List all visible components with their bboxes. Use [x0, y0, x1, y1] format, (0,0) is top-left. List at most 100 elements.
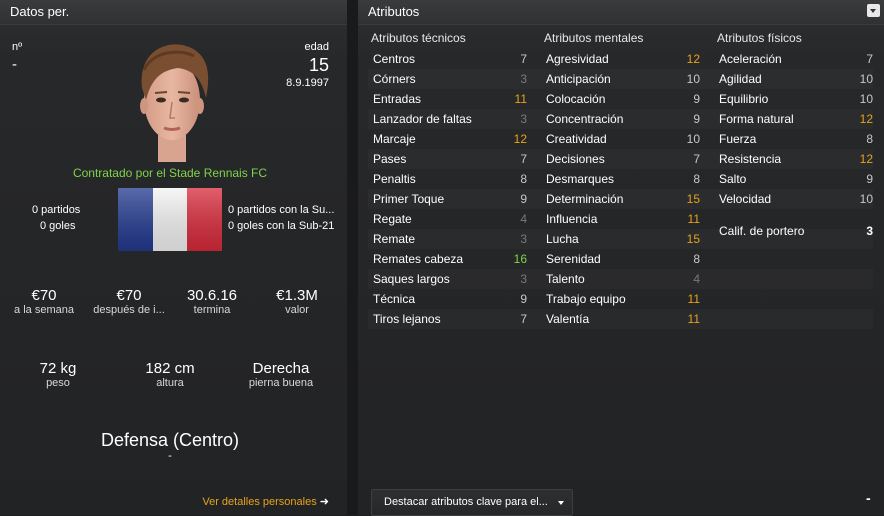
wage-value: €70: [31, 287, 57, 304]
attribute-name: Marcaje: [373, 132, 416, 146]
chevron-down-icon: [558, 501, 564, 505]
wage-after-tax-value: €70: [116, 287, 142, 304]
attribute-row[interactable]: Remate 3: [373, 229, 527, 249]
attribute-row[interactable]: Equilibrio 10: [719, 89, 873, 109]
attribute-name: Creatividad: [546, 132, 607, 146]
contract-status: Contratado por el Stade Rennais FC: [72, 166, 268, 180]
attribute-row[interactable]: Córners 3: [373, 69, 527, 89]
attribute-row[interactable]: Pases 7: [373, 149, 527, 169]
attribute-name: Forma natural: [719, 112, 794, 126]
attribute-row[interactable]: Penaltis 8: [373, 169, 527, 189]
attribute-row[interactable]: Forma natural 12: [719, 109, 873, 129]
attribute-row[interactable]: Desmarques 8: [546, 169, 700, 189]
intl-appearances: 0 partidos con la Su...: [228, 204, 335, 216]
attribute-value: 11: [687, 212, 700, 226]
attribute-value: 9: [693, 92, 700, 106]
attribute-name: Entradas: [373, 92, 422, 106]
attribute-row[interactable]: Resistencia 12: [719, 149, 873, 169]
attribute-name: Resistencia: [719, 152, 782, 166]
attribute-row[interactable]: Decisiones 7: [546, 149, 700, 169]
attribute-name: Lucha: [546, 232, 579, 246]
attribute-row[interactable]: Velocidad 10: [719, 189, 873, 209]
attribute-row[interactable]: Primer Toque 9: [373, 189, 527, 209]
club-goals: 0 goles: [40, 220, 76, 232]
attribute-row[interactable]: Aceleración 7: [719, 49, 873, 69]
attribute-row[interactable]: Serenidad 8: [546, 249, 700, 269]
attribute-row[interactable]: Trabajo equipo 11: [546, 289, 700, 309]
wage-stat: €70 a la semana: [4, 287, 84, 316]
attribute-name: Influencia: [546, 212, 598, 226]
attribute-name: Fuerza: [719, 132, 757, 146]
attribute-row[interactable]: Colocación 9: [546, 89, 700, 109]
attribute-name: Concentración: [546, 112, 624, 126]
attribute-row[interactable]: Determinación 15: [546, 189, 700, 209]
attribute-row[interactable]: Entradas 11: [373, 89, 527, 109]
attribute-row[interactable]: Tiros lejanos 7: [373, 309, 527, 329]
attribute-name: Primer Toque: [373, 192, 445, 206]
attribute-value: 10: [859, 192, 873, 206]
attribute-row[interactable]: Remates cabeza 16: [373, 249, 527, 269]
attribute-value: 8: [693, 252, 700, 266]
attribute-row[interactable]: Centros 7: [373, 49, 527, 69]
attribute-name: Técnica: [373, 292, 416, 306]
personal-details-link-label: Ver detalles personales: [202, 496, 317, 508]
club-appearances: 0 partidos: [32, 204, 81, 216]
attribute-value: 11: [514, 92, 527, 106]
attribute-value: 11: [687, 312, 700, 326]
contract-expiry-label: termina: [193, 304, 231, 316]
attribute-row[interactable]: Técnica 9: [373, 289, 527, 309]
attribute-row[interactable]: Talento 4: [546, 269, 700, 289]
attribute-name: Velocidad: [719, 192, 772, 206]
weight-value: 72 kg: [39, 360, 77, 377]
attribute-name: Agresividad: [546, 52, 609, 66]
attribute-column-title: Atributos físicos: [717, 31, 802, 45]
attribute-value: 7: [520, 312, 527, 326]
attribute-row[interactable]: Concentración 9: [546, 109, 700, 129]
attribute-row[interactable]: Influencia 11: [546, 209, 700, 229]
attribute-name: Equilibrio: [719, 92, 769, 106]
collapse-minus-button[interactable]: -: [866, 490, 871, 506]
attribute-value: 16: [513, 252, 527, 266]
age-value: 15: [308, 55, 329, 75]
contract-expiry-value: 30.6.16: [186, 287, 238, 304]
attribute-row[interactable]: Lucha 15: [546, 229, 700, 249]
attribute-row[interactable]: Salto 9: [719, 169, 873, 189]
player-value-label: valor: [285, 304, 309, 316]
france-flag-icon[interactable]: [118, 188, 222, 251]
attribute-row[interactable]: Marcaje 12: [373, 129, 527, 149]
attribute-value: 3: [520, 232, 527, 246]
height-value: 182 cm: [145, 360, 195, 377]
birth-date: 8.9.1997: [286, 77, 329, 89]
attribute-row[interactable]: Anticipación 10: [546, 69, 700, 89]
attribute-value: 4: [520, 212, 527, 226]
attribute-row[interactable]: Creatividad 10: [546, 129, 700, 149]
attribute-name: Saques largos: [373, 272, 450, 286]
height-stat: 182 cm altura: [130, 360, 210, 389]
panel-menu-chevron-down-icon[interactable]: [867, 4, 880, 17]
attribute-name: Remates cabeza: [373, 252, 464, 266]
personal-details-link[interactable]: Ver detalles personales ➜: [202, 495, 329, 508]
attribute-value: 15: [686, 232, 700, 246]
arrow-right-icon: ➜: [319, 496, 329, 508]
attribute-row[interactable]: Fuerza 8: [719, 129, 873, 149]
attribute-row[interactable]: Saques largos 3: [373, 269, 527, 289]
attribute-name: Lanzador de faltas: [373, 112, 472, 126]
player-face-image: [140, 44, 209, 162]
attribute-row[interactable]: Agresividad 12: [546, 49, 700, 69]
attribute-row[interactable]: Agilidad 10: [719, 69, 873, 89]
panel-divider: [347, 0, 358, 515]
player-position: Defensa (Centro): [100, 430, 240, 450]
attribute-value: 7: [520, 152, 527, 166]
attribute-row[interactable]: Valentía 11: [546, 309, 700, 329]
attribute-row[interactable]: Regate 4: [373, 209, 527, 229]
attribute-name: Determinación: [546, 192, 624, 206]
attribute-row[interactable]: Lanzador de faltas 3: [373, 109, 527, 129]
highlight-dropdown-label: Destacar atributos clave para el...: [384, 496, 548, 508]
attributes-header: Atributos: [358, 0, 884, 25]
highlight-key-attributes-dropdown[interactable]: Destacar atributos clave para el...: [371, 489, 573, 516]
attribute-value: 12: [859, 152, 873, 166]
goalkeeper-rating-label: Calif. de portero: [719, 224, 805, 238]
squad-number-value: -: [12, 56, 17, 73]
preferred-foot-stat: Derecha pierna buena: [236, 360, 326, 389]
attribute-name: Remate: [373, 232, 416, 246]
